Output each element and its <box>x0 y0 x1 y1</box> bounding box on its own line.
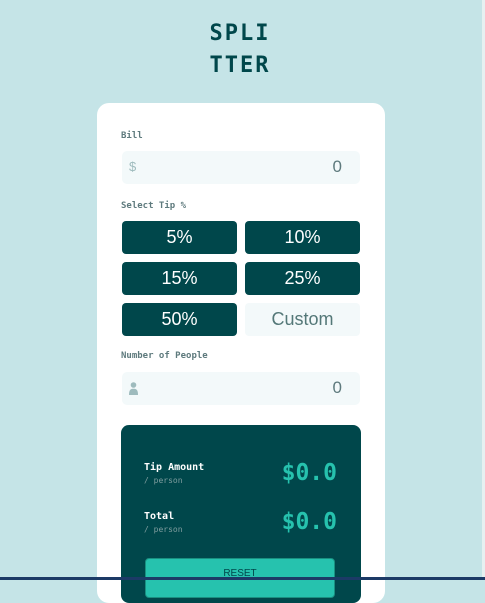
tip-amount-label: Tip Amount <box>144 462 205 473</box>
total-label: Total <box>144 511 175 522</box>
people-value: 0 <box>332 378 342 397</box>
tip-button-10[interactable]: 10% <box>245 221 360 254</box>
tip-amount-per-person: / person <box>144 476 183 485</box>
total-value: $0.0 <box>281 509 337 535</box>
dollar-icon: $ <box>129 159 137 174</box>
logo-line-2: TTER <box>209 53 271 78</box>
people-label: Number of People <box>121 351 208 361</box>
calculator-card: Bill $ 0 Select Tip % 5% 10% 15% 25% 50%… <box>97 103 385 603</box>
logo-line-1: SPLI <box>209 21 271 46</box>
bill-input[interactable]: $ 0 <box>122 151 360 184</box>
bill-value: 0 <box>332 157 342 176</box>
people-input[interactable]: 0 <box>122 372 360 405</box>
person-icon <box>129 382 138 395</box>
tip-amount-value: $0.0 <box>281 460 337 486</box>
tip-button-5[interactable]: 5% <box>122 221 237 254</box>
tip-button-25[interactable]: 25% <box>245 262 360 295</box>
total-per-person: / person <box>144 525 183 534</box>
app-logo: SPLI TTER <box>0 18 480 82</box>
tip-custom-input[interactable]: Custom <box>245 303 360 336</box>
tip-button-50[interactable]: 50% <box>122 303 237 336</box>
tip-label: Select Tip % <box>121 201 187 211</box>
tip-button-15[interactable]: 15% <box>122 262 237 295</box>
bill-label: Bill <box>121 131 143 141</box>
